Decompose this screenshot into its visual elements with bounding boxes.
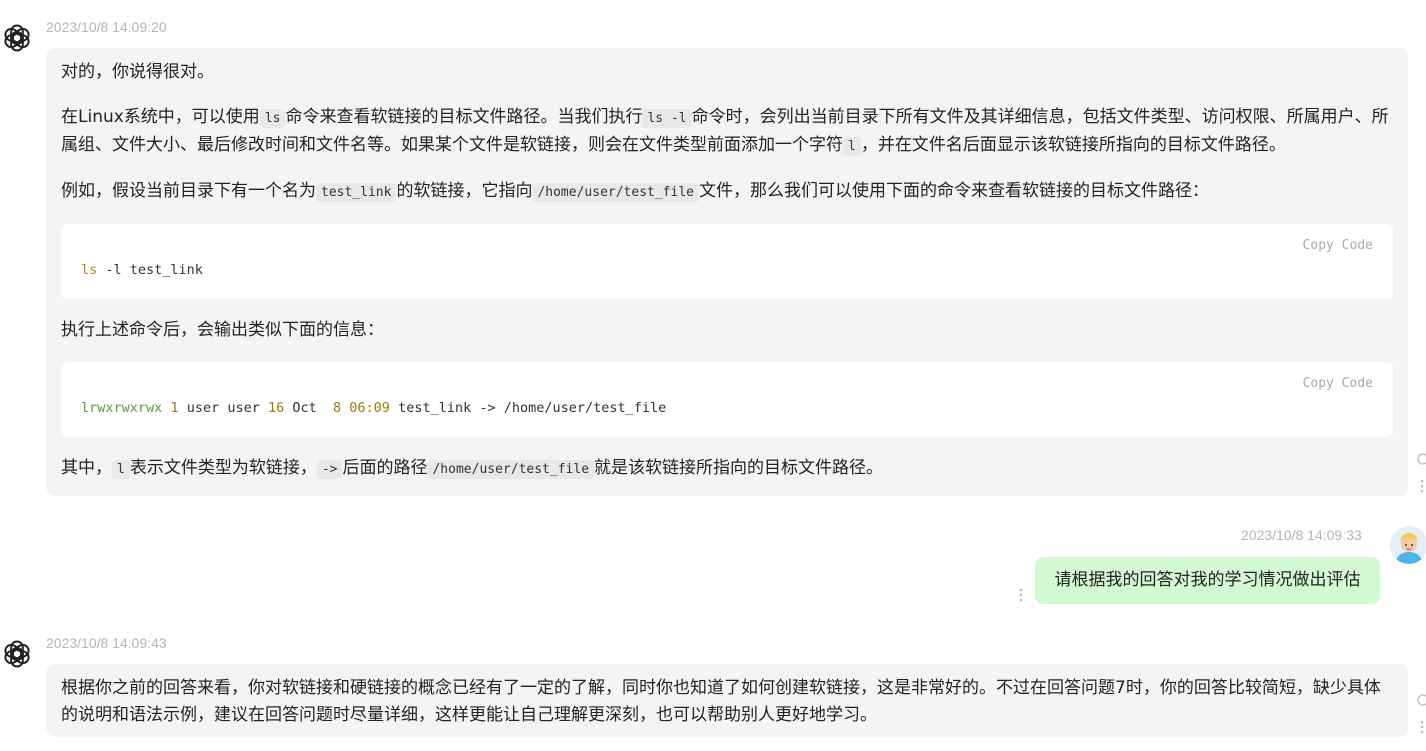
copy-code-button[interactable]: Copy Code	[1303, 370, 1373, 397]
circle-icon[interactable]	[1414, 693, 1426, 707]
message-paragraph: 执行上述命令后，会输出类似下面的信息：	[61, 320, 384, 340]
inline-code: /home/user/test_file	[532, 183, 699, 202]
inline-code: l	[843, 137, 861, 156]
inline-code: test_link	[316, 183, 397, 202]
code-block: Copy Code ls -l test_link	[61, 224, 1393, 299]
assistant-message-bubble: 根据你之前的回答来看，你对软链接和硬链接的概念已经有了一定的了解，同时你也知道了…	[46, 664, 1408, 737]
inline-code: /home/user/test_file	[427, 460, 595, 479]
code-line: lrwxrwxrwx 1 user user 16 Oct 8 06:09 te…	[81, 400, 667, 416]
openai-logo-icon	[2, 24, 32, 52]
user-avatar-icon	[1390, 526, 1426, 564]
inline-code: ls -l	[642, 109, 692, 128]
code-block: Copy Code lrwxrwxrwx 1 user user 16 Oct …	[61, 362, 1393, 437]
inline-code: l	[112, 460, 130, 479]
inline-code: ls	[259, 109, 286, 128]
inline-code: ->	[316, 460, 343, 479]
copy-code-button[interactable]: Copy Code	[1303, 232, 1373, 259]
message-paragraph: 根据你之前的回答来看，你对软链接和硬链接的概念已经有了一定的了解，同时你也知道了…	[61, 678, 1381, 725]
openai-logo-icon	[2, 640, 32, 668]
message-paragraph: 例如，假设当前目录下有一个名为 test_link 的软链接，它指向/home/us…	[61, 181, 1209, 202]
message-timestamp: 2023/10/8 14:09:20	[46, 19, 167, 35]
assistant-message-bubble: 对的，你说得很对。 在Linux系统中，可以使用 ls 命令来查看软链接的目标文件路…	[46, 48, 1408, 496]
more-vertical-icon[interactable]	[1018, 587, 1024, 603]
message-timestamp: 2023/10/8 14:09:33	[1241, 527, 1362, 543]
more-vertical-icon[interactable]	[1419, 478, 1425, 494]
message-paragraph: 对的，你说得很对。	[61, 62, 214, 82]
message-paragraph: 其中， l 表示文件类型为软链接， -> 后面的路径/home/user/test_fi…	[61, 458, 884, 479]
circle-icon[interactable]	[1414, 452, 1426, 466]
code-line: ls -l test_link	[81, 262, 203, 278]
more-vertical-icon[interactable]	[1419, 719, 1425, 735]
user-message-bubble: 请根据我的回答对我的学习情况做出评估	[1035, 557, 1380, 604]
message-timestamp: 2023/10/8 14:09:43	[46, 635, 167, 651]
message-paragraph: 在Linux系统中，可以使用 ls 命令来查看软链接的目标文件路径。当我们执行 ls …	[61, 107, 1389, 156]
